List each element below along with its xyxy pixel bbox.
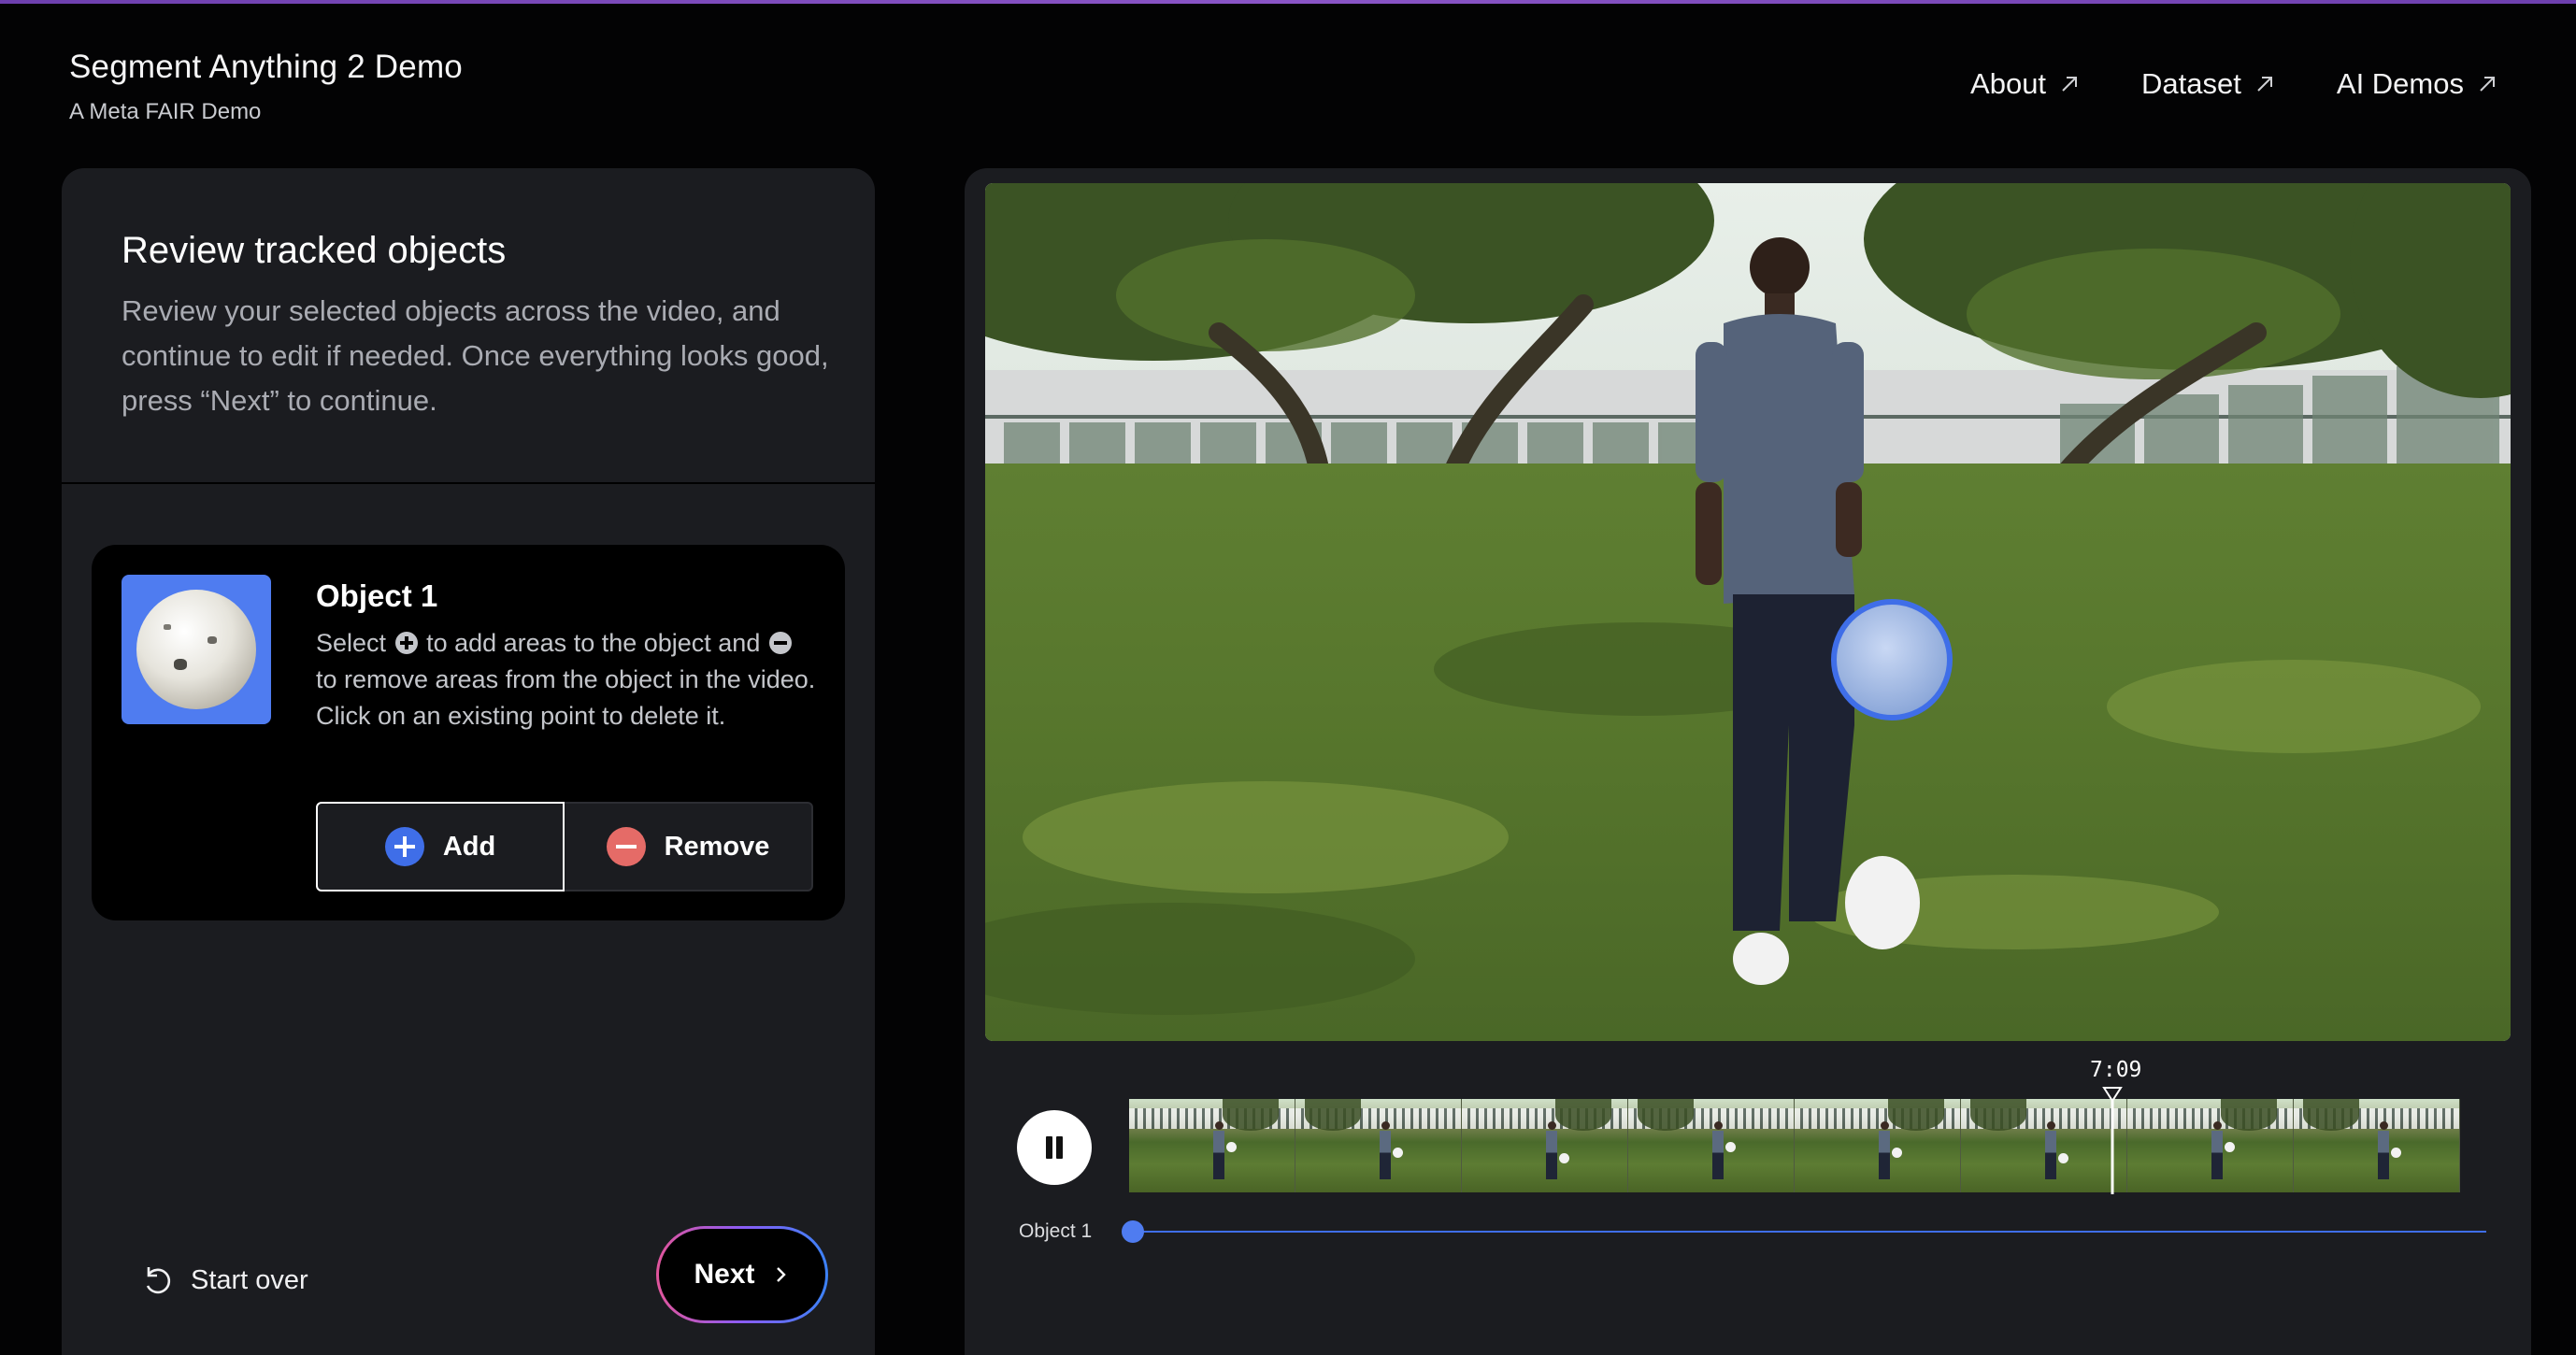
filmstrip-frame xyxy=(1628,1099,1795,1192)
minus-circle-icon xyxy=(768,632,792,654)
plus-circle-icon xyxy=(394,632,418,654)
nav-link-label: About xyxy=(1970,67,2047,100)
external-arrow-icon xyxy=(2257,77,2272,92)
tracking-sidebar: Review tracked objects Review your selec… xyxy=(62,168,875,1355)
top-nav: About Dataset AI Demos xyxy=(1970,67,2497,101)
add-button-label: Add xyxy=(442,831,496,862)
object-card[interactable]: Object 1 Select to add areas to the obje… xyxy=(92,545,845,920)
remove-point-button[interactable]: Remove xyxy=(565,802,813,891)
minus-circle-icon xyxy=(606,827,646,866)
external-arrow-icon xyxy=(2480,77,2495,92)
nav-link-dataset[interactable]: Dataset xyxy=(2141,67,2275,101)
app-title: Segment Anything 2 Demo xyxy=(69,49,463,85)
video-frame-image xyxy=(985,183,2511,1041)
filmstrip-frame xyxy=(1295,1099,1462,1192)
next-label: Next xyxy=(694,1259,755,1290)
video-editor: 7:09 Object 1 xyxy=(965,168,2531,1355)
object-track-keyframe[interactable] xyxy=(1122,1220,1144,1243)
app-subtitle: A Meta FAIR Demo xyxy=(69,99,262,124)
filmstrip-frame xyxy=(1462,1099,1628,1192)
filmstrip-frame xyxy=(1795,1099,1961,1192)
help-text-part: to add areas to the object and xyxy=(426,629,761,657)
timeline-filmstrip[interactable] xyxy=(1129,1099,2486,1192)
top-accent-bar xyxy=(0,0,2576,4)
filmstrip-frame xyxy=(1129,1099,1295,1192)
playhead-marker[interactable] xyxy=(2101,1086,2124,1194)
remove-button-label: Remove xyxy=(664,831,770,862)
object-thumbnail xyxy=(122,575,271,724)
filmstrip-frame xyxy=(2127,1099,2294,1192)
object-track-line xyxy=(1133,1231,2486,1233)
start-over-button[interactable]: Start over xyxy=(138,1262,308,1299)
chevron-right-icon xyxy=(776,1267,786,1282)
next-button[interactable]: Next xyxy=(656,1226,828,1323)
ball-thumbnail-image xyxy=(136,590,256,709)
start-over-label: Start over xyxy=(191,1264,308,1295)
help-text-part: Select xyxy=(316,629,387,657)
restart-icon xyxy=(146,1267,171,1294)
filmstrip-frame xyxy=(2294,1099,2460,1192)
object-help-text: Select to add areas to the object and to… xyxy=(316,625,821,735)
step-description: Review your selected objects across the … xyxy=(122,294,829,417)
help-text-part: to remove areas from the object in the v… xyxy=(316,665,816,730)
nav-link-about[interactable]: About xyxy=(1970,67,2080,101)
step-title: Review tracked objects xyxy=(122,230,507,271)
external-arrow-icon xyxy=(2062,77,2078,92)
playhead-time: 7:09 xyxy=(2090,1058,2142,1082)
nav-link-ai-demos[interactable]: AI Demos xyxy=(2337,67,2497,101)
nav-link-label: Dataset xyxy=(2141,67,2241,100)
pause-button[interactable] xyxy=(1017,1110,1092,1185)
object-title: Object 1 xyxy=(316,578,438,613)
brand: Segment Anything 2 Demo A Meta FAIR Demo xyxy=(69,49,463,125)
step-header: Review tracked objects Review your selec… xyxy=(62,168,875,484)
track-label: Object 1 xyxy=(1019,1220,1093,1242)
point-mode-toggle: Add Remove xyxy=(316,802,813,891)
add-point-button[interactable]: Add xyxy=(316,802,565,891)
nav-link-label: AI Demos xyxy=(2336,67,2464,100)
next-button-inner: Next xyxy=(659,1229,825,1320)
video-canvas[interactable] xyxy=(985,183,2511,1041)
plus-circle-icon xyxy=(384,827,424,866)
